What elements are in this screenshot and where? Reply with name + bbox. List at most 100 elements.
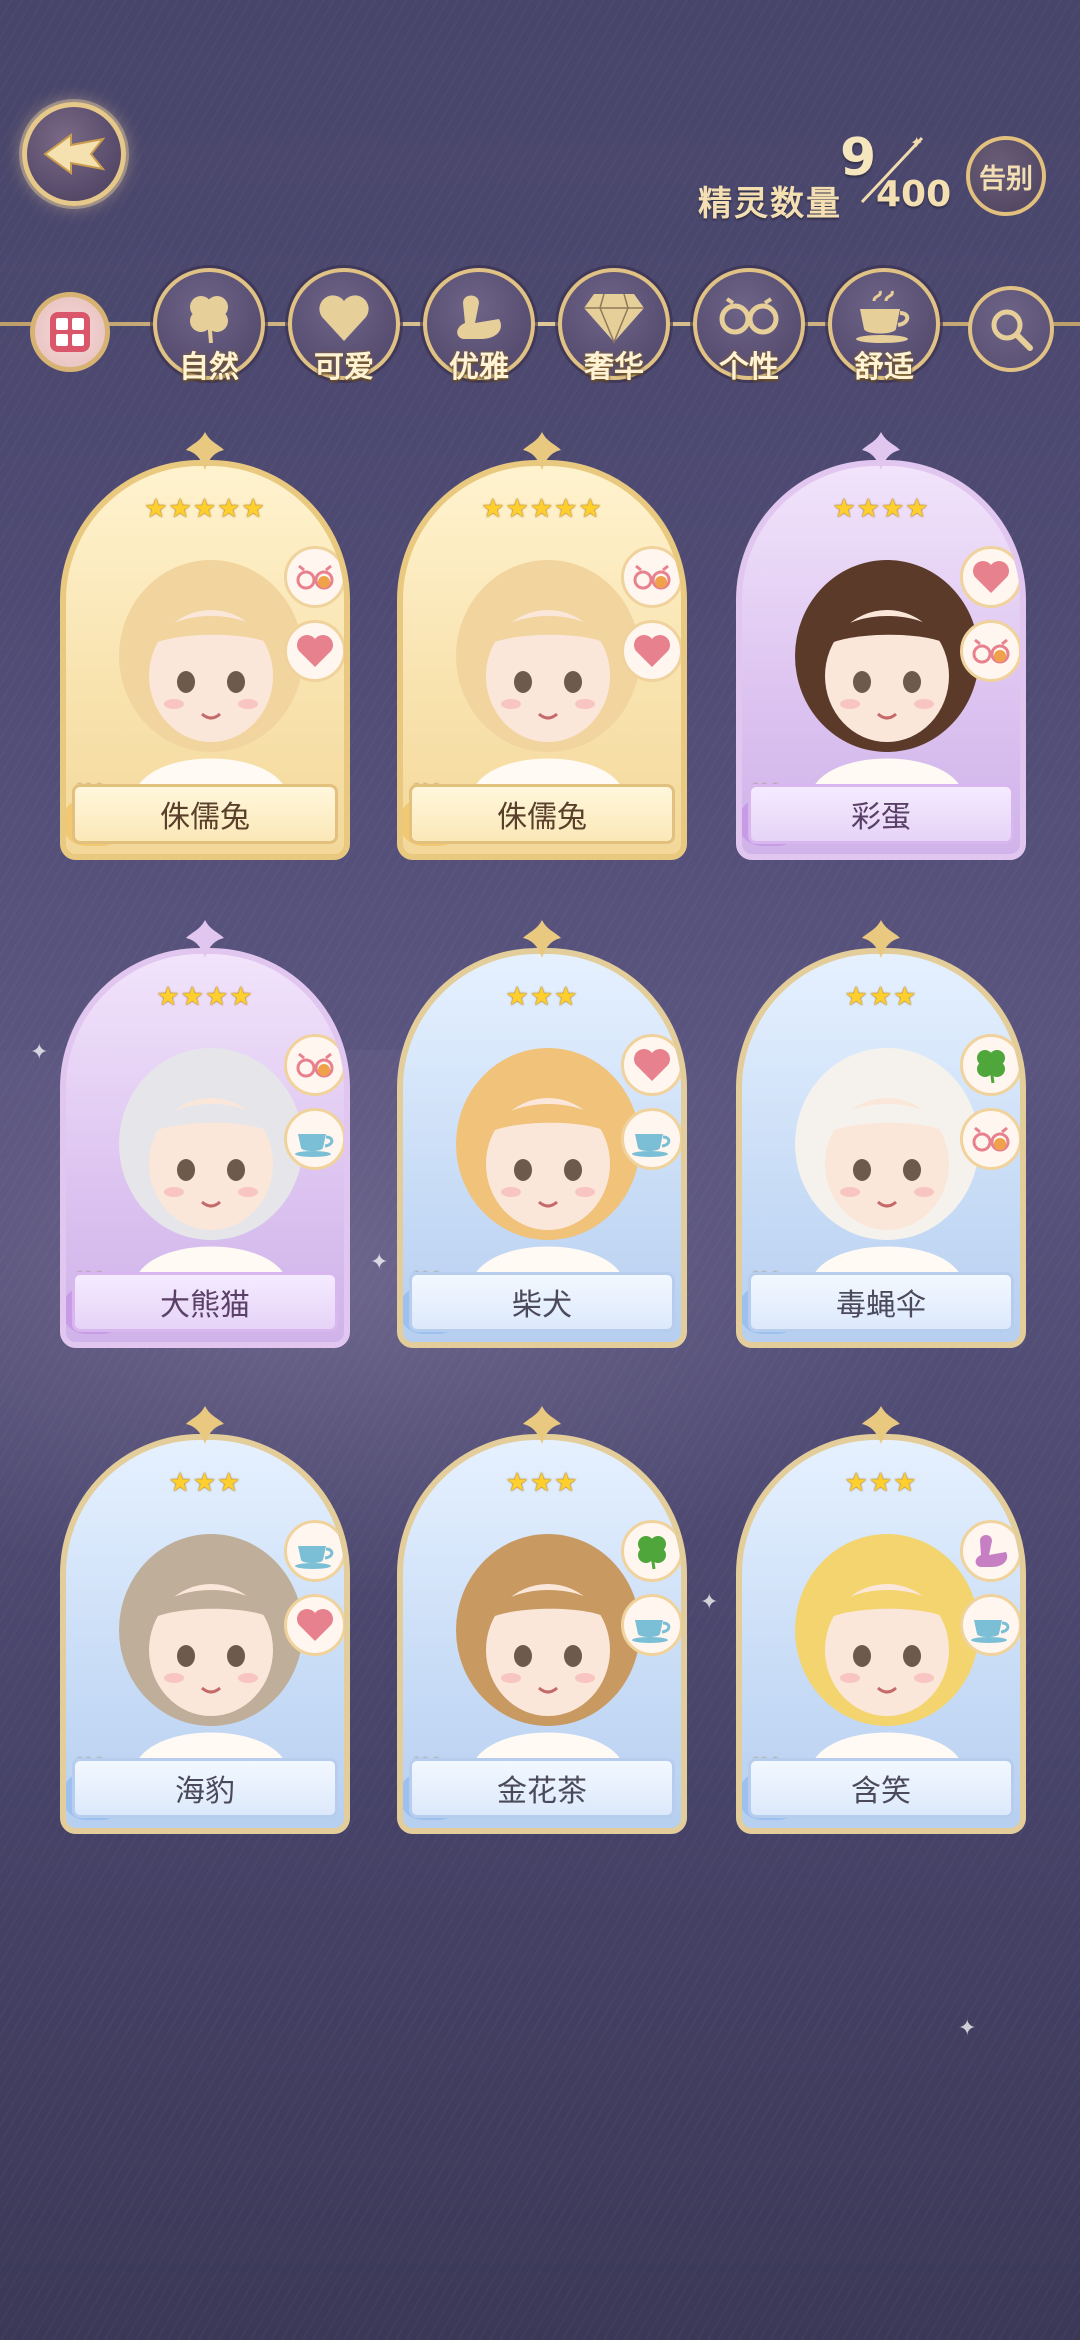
glasses-icon: [294, 558, 336, 596]
teacup-icon: [856, 290, 910, 343]
trait-tags: [284, 546, 344, 694]
card-frame: ★★★★LV9大熊猫: [60, 948, 350, 1348]
rarity-stars: ★★★: [844, 982, 918, 1012]
trait-tags: [960, 546, 1020, 694]
rarity-stars: ★★★: [505, 982, 579, 1012]
card-frame: ★★★LV17柴犬: [397, 948, 687, 1348]
crest-icon: [523, 920, 561, 958]
trait-tag: [960, 1594, 1020, 1656]
trait-tags: [621, 1034, 681, 1182]
spirit-count-label: 精灵数量: [698, 184, 842, 224]
spirit-card[interactable]: ★★★★LV9大熊猫: [60, 918, 350, 1348]
crest-icon: [186, 1406, 224, 1444]
spirit-name: 彩蛋: [748, 784, 1014, 844]
glasses-icon: [631, 558, 673, 596]
crest-icon: [186, 920, 224, 958]
trait-tags: [960, 1520, 1020, 1668]
spirit-name: 海豹: [72, 1758, 338, 1818]
farewell-label: 告别: [979, 163, 1033, 195]
trait-tag: [284, 546, 344, 608]
trait-tags: [960, 1034, 1020, 1182]
filter-cozy[interactable]: 舒适: [828, 268, 940, 385]
crest-icon: [862, 432, 900, 470]
clover-icon: [971, 1045, 1011, 1085]
crest-icon: [186, 432, 224, 470]
sparkle-icon: ✦: [958, 2016, 977, 2041]
search-icon: [991, 309, 1033, 351]
filter-cute[interactable]: 可爱: [288, 268, 400, 385]
glasses-icon: [970, 1120, 1012, 1158]
crest-icon: [523, 1406, 561, 1444]
spirit-count-max: 400: [876, 174, 952, 215]
diamond-icon: [584, 293, 644, 344]
rarity-stars: ★★★: [844, 1468, 918, 1498]
teacup-icon: [293, 1532, 337, 1570]
trait-tag: [960, 1520, 1020, 1582]
heart-icon: [295, 633, 335, 669]
filter-elegant[interactable]: 优雅: [423, 268, 535, 385]
crest-icon: [862, 920, 900, 958]
rarity-stars: ★★★★: [832, 494, 930, 524]
back-arrow-icon: [43, 133, 106, 175]
swan-icon: [457, 295, 501, 339]
card-frame: ★★★★★LV27侏儒兔: [60, 460, 350, 860]
search-button[interactable]: [968, 286, 1054, 372]
trait-tag: [621, 1594, 681, 1656]
rarity-stars: ★★★: [168, 1468, 242, 1498]
clover-icon: [632, 1531, 672, 1571]
trait-tag: [621, 546, 681, 608]
teacup-icon: [630, 1120, 674, 1158]
glasses-icon: [719, 297, 779, 335]
spirit-card[interactable]: ★★★★LV16彩蛋: [736, 430, 1026, 860]
trait-tag: [960, 1108, 1020, 1170]
trait-tag: [621, 1108, 681, 1170]
farewell-button[interactable]: 告别: [966, 136, 1046, 216]
card-frame: ★★★★★LV1侏儒兔: [397, 460, 687, 860]
spirit-name: 金花茶: [409, 1758, 675, 1818]
trait-tags: [621, 1520, 681, 1668]
filter-label: 自然: [179, 350, 239, 385]
spirit-card[interactable]: ★★★LV13海豹: [60, 1404, 350, 1834]
spirit-card[interactable]: ★★★LV15毒蝇伞: [736, 918, 1026, 1348]
clover-icon: [190, 296, 228, 344]
card-frame: ★★★★LV16彩蛋: [736, 460, 1026, 860]
svg-text:✦: ✦: [910, 133, 923, 152]
filter-label: 优雅: [449, 350, 509, 385]
heart-icon: [632, 633, 672, 669]
filter-luxury[interactable]: 奢华: [558, 268, 670, 385]
filter-label: 舒适: [854, 350, 914, 385]
rarity-stars: ★★★★★: [144, 494, 266, 524]
trait-tag: [284, 620, 344, 682]
filter-label: 奢华: [584, 350, 644, 385]
trait-tag: [621, 1520, 681, 1582]
rarity-stars: ★★★★: [156, 982, 254, 1012]
rarity-stars: ★★★★★: [481, 494, 603, 524]
teacup-icon: [293, 1120, 337, 1158]
teacup-icon: [969, 1606, 1013, 1644]
rarity-stars: ★★★: [505, 1468, 579, 1498]
spirit-name: 侏儒兔: [72, 784, 338, 844]
sparkle-icon: ✦: [370, 1250, 389, 1275]
trait-tag: [960, 546, 1020, 608]
trait-tag: [621, 620, 681, 682]
heart-icon: [632, 1047, 672, 1083]
sparkle-icon: ✦: [700, 1590, 719, 1615]
card-frame: ★★★LV15毒蝇伞: [736, 948, 1026, 1348]
trait-tag: [284, 1520, 344, 1582]
filter-personality[interactable]: 个性: [693, 268, 805, 385]
trait-tag: [621, 1034, 681, 1096]
glasses-icon: [294, 1046, 336, 1084]
spirit-card[interactable]: ★★★★★LV27侏儒兔: [60, 430, 350, 860]
back-button[interactable]: [22, 102, 126, 206]
filter-natural[interactable]: 自然: [153, 268, 265, 385]
spirit-card[interactable]: ★★★LV10金花茶: [397, 1404, 687, 1834]
filter-all-button[interactable]: [30, 292, 110, 372]
trait-tags: [621, 546, 681, 694]
trait-tag: [284, 1034, 344, 1096]
glasses-icon: [970, 632, 1012, 670]
spirit-card[interactable]: ★★★LV5含笑: [736, 1404, 1026, 1834]
spirit-count: 精灵数量 9 ✦ 400: [690, 128, 952, 224]
card-frame: ★★★LV13海豹: [60, 1434, 350, 1834]
spirit-card[interactable]: ★★★LV17柴犬: [397, 918, 687, 1348]
spirit-card[interactable]: ★★★★★LV1侏儒兔: [397, 430, 687, 860]
